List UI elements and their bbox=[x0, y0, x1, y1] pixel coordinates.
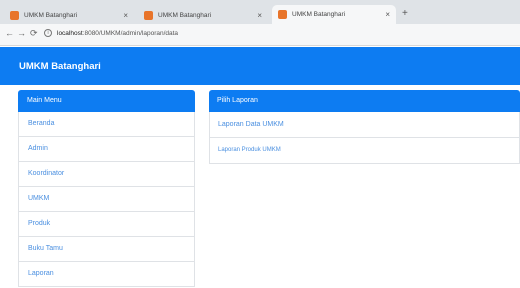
site-info-icon[interactable]: i bbox=[44, 29, 52, 37]
sidebar-item-koordinator[interactable]: Koordinator bbox=[18, 162, 195, 187]
panel-title: Pilih Laporan bbox=[209, 90, 520, 112]
report-link-data-umkm[interactable]: Laporan Data UMKM bbox=[209, 112, 520, 138]
app-header: UMKM Batanghari bbox=[0, 47, 520, 85]
sidebar-item-beranda[interactable]: Beranda bbox=[18, 112, 195, 137]
url-path: :8080/UMKM/admin/laporan/data bbox=[82, 29, 179, 37]
favicon-icon bbox=[10, 10, 19, 20]
report-link-produk-umkm[interactable]: Laporan Produk UMKM bbox=[209, 138, 520, 164]
sidebar-title: Main Menu bbox=[18, 90, 195, 112]
close-icon[interactable]: × bbox=[123, 11, 128, 20]
new-tab-icon[interactable]: + bbox=[402, 8, 408, 19]
url-host: localhost bbox=[57, 29, 83, 37]
favicon-icon bbox=[278, 10, 287, 19]
browser-tab[interactable]: UMKM Batanghari × bbox=[4, 6, 134, 24]
browser-toolbar: ← → ⟳ i localhost :8080/UMKM/admin/lapor… bbox=[0, 24, 520, 46]
sidebar-item-produk[interactable]: Produk bbox=[18, 212, 195, 237]
reload-icon[interactable]: ⟳ bbox=[30, 28, 38, 39]
sidebar-item-laporan[interactable]: Laporan bbox=[18, 262, 195, 287]
sidebar-item-admin[interactable]: Admin bbox=[18, 137, 195, 162]
browser-tab-active[interactable]: UMKM Batanghari × bbox=[272, 5, 396, 24]
close-icon[interactable]: × bbox=[385, 10, 390, 19]
browser-tab-strip: UMKM Batanghari × UMKM Batanghari × UMKM… bbox=[0, 0, 520, 24]
sidebar-menu: Main Menu Beranda Admin Koordinator UMKM… bbox=[18, 90, 195, 287]
sidebar-item-umkm[interactable]: UMKM bbox=[18, 187, 195, 212]
address-bar[interactable]: i localhost :8080/UMKM/admin/laporan/dat… bbox=[44, 29, 178, 37]
report-panel: Pilih Laporan Laporan Data UMKM Laporan … bbox=[209, 90, 520, 164]
forward-icon[interactable]: → bbox=[17, 28, 26, 38]
sidebar-item-buku-tamu[interactable]: Buku Tamu bbox=[18, 237, 195, 262]
favicon-icon bbox=[144, 10, 153, 20]
brand-title[interactable]: UMKM Batanghari bbox=[19, 61, 101, 72]
back-icon[interactable]: ← bbox=[5, 28, 14, 38]
browser-tab[interactable]: UMKM Batanghari × bbox=[138, 6, 268, 24]
close-icon[interactable]: × bbox=[257, 11, 262, 20]
tab-title: UMKM Batanghari bbox=[24, 11, 78, 19]
tab-title: UMKM Batanghari bbox=[292, 11, 346, 18]
tab-title: UMKM Batanghari bbox=[158, 11, 212, 19]
